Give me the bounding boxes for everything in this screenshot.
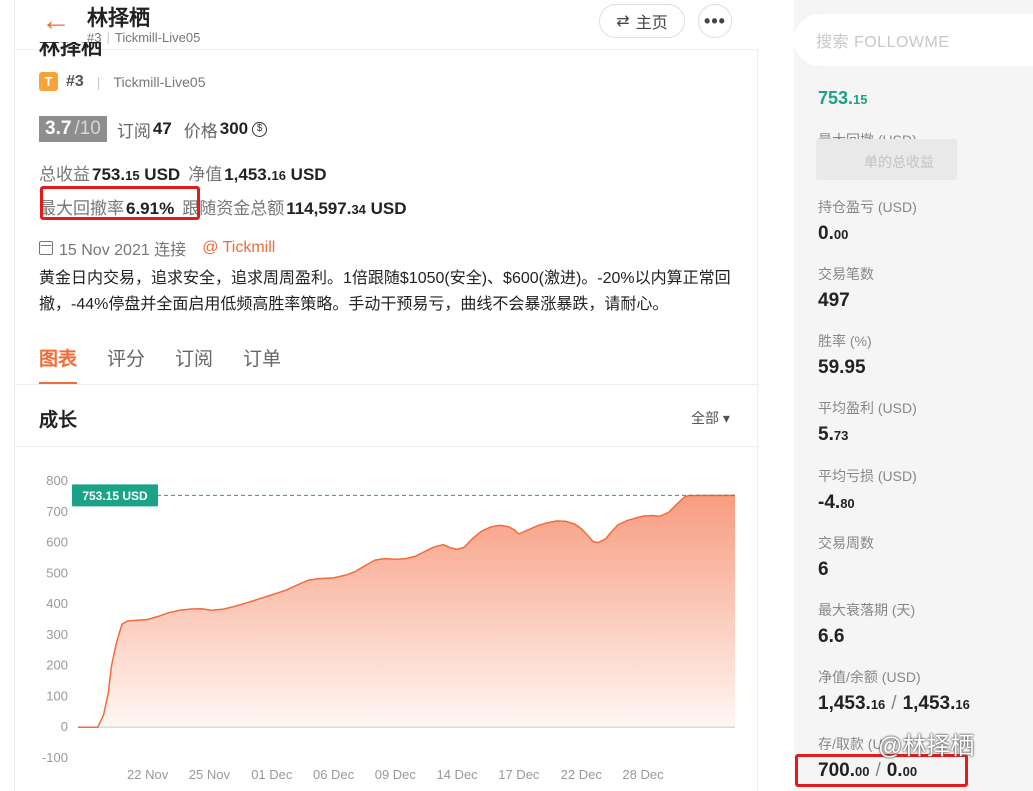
- y-tick-label: 800: [46, 473, 68, 488]
- sidebar-stat: 平均亏损 (USD) -4.80: [818, 466, 917, 514]
- current-value-label: 753.15 USD: [82, 489, 148, 503]
- y-tick-label: 200: [46, 658, 68, 673]
- x-tick-label: 22 Nov: [127, 767, 169, 782]
- tab-orders[interactable]: 订单: [243, 344, 281, 385]
- header-rank: #3 | Tickmill-Live05: [87, 30, 201, 45]
- broker-link[interactable]: @ Tickmill: [202, 239, 275, 257]
- sticky-header: ← 林择栖 #3 | Tickmill-Live05 ⇄ 主页 •••: [15, 0, 759, 50]
- price-value: 300: [219, 119, 249, 138]
- profit-row: 总收益 753.15 USD 净值 1,453.16 USD: [39, 165, 327, 184]
- stat-label: 平均盈利 (USD): [818, 400, 917, 416]
- x-tick-label: 17 Dec: [498, 767, 540, 782]
- range-filter-dropdown[interactable]: 全部 ▾: [691, 408, 730, 428]
- subscriber-count: 47: [152, 119, 172, 138]
- broker-badge-icon: T: [39, 72, 58, 91]
- stat-label: 净值/余额 (USD): [818, 669, 921, 685]
- highlight-box: [40, 186, 200, 220]
- x-tick-label: 14 Dec: [436, 767, 478, 782]
- stat-label: 交易周数: [818, 535, 874, 551]
- stat-value: -4.80: [818, 492, 855, 513]
- stat-label: 交易笔数: [818, 266, 874, 282]
- stat-value: 6.6: [818, 626, 845, 647]
- chart-title: 成长: [39, 410, 78, 431]
- more-button[interactable]: •••: [698, 4, 732, 38]
- sidebar-stat: 交易周数 6: [818, 533, 874, 581]
- y-tick-label: -100: [42, 750, 68, 765]
- y-tick-label: 0: [61, 719, 68, 734]
- coin-icon: $: [252, 121, 268, 137]
- stat-value: 6: [818, 559, 829, 580]
- follow-funds: 114,597.34 USD: [286, 199, 407, 218]
- sidebar-total-profit: 753.15: [818, 88, 868, 108]
- x-tick-label: 22 Dec: [561, 767, 603, 782]
- stat-value: 497: [818, 290, 850, 311]
- stat-label: 胜率 (%): [818, 333, 872, 349]
- back-arrow-icon[interactable]: ←: [41, 6, 71, 36]
- stat-label: 最大衰落期 (天): [818, 602, 916, 618]
- connect-date-row: 15 Nov 2021 连接 @ Tickmill: [39, 236, 275, 260]
- search-input[interactable]: 搜索 FOLLOWME: [794, 14, 1033, 66]
- growth-chart: 800 700 600 500 400 300 200 100 0 -100 22 Nov 25 No…: [42, 473, 736, 782]
- profile-name: 林择栖: [39, 42, 102, 59]
- tab-subscribe[interactable]: 订阅: [175, 344, 213, 385]
- y-tick-label: 400: [46, 596, 68, 611]
- tab-rating[interactable]: 评分: [107, 344, 145, 385]
- tab-chart[interactable]: 图表: [39, 344, 78, 385]
- x-tick-label: 01 Dec: [251, 767, 293, 782]
- calendar-icon: [39, 241, 53, 255]
- stat-value: 59.95: [818, 357, 866, 378]
- watermark: @林择栖: [878, 733, 975, 760]
- main-panel: ← 林择栖 #3 | Tickmill-Live05 ⇄ 主页 ••• 林择栖 T …: [14, 0, 759, 791]
- y-tick-label: 100: [46, 688, 68, 703]
- total-profit: 753.15 USD: [92, 165, 181, 184]
- sidebar-stat: 持仓盈亏 (USD) 0.00: [818, 197, 917, 245]
- y-tick-label: 500: [46, 565, 68, 580]
- stat-value: 0.00: [818, 223, 849, 244]
- stat-value: 1,453.16/1,453.16: [818, 693, 970, 714]
- account: Tickmill-Live05: [113, 73, 206, 90]
- x-tick-label: 09 Dec: [375, 767, 417, 782]
- tooltip: 单的总收益: [816, 139, 957, 180]
- rank: #3: [66, 72, 84, 90]
- sidebar-stat: 平均盈利 (USD) 5.73: [818, 398, 917, 446]
- sidebar-stat: 交易笔数 497: [818, 264, 874, 312]
- sidebar-stat: 胜率 (%) 59.95: [818, 331, 872, 379]
- stat-label: 持仓盈亏 (USD): [818, 199, 917, 215]
- x-tick-label: 28 Dec: [622, 767, 664, 782]
- score-badge: 3.7/10: [39, 116, 107, 142]
- y-tick-label: 600: [46, 535, 68, 550]
- score-row: 3.7/10 订阅 47 价格 300 $: [39, 116, 268, 142]
- stat-label: 平均亏损 (USD): [818, 468, 917, 484]
- sidebar-stat: 最大衰落期 (天) 6.6: [818, 600, 915, 648]
- stat-value: 5.73: [818, 424, 849, 445]
- x-tick-label: 25 Nov: [189, 767, 231, 782]
- sidebar-equity-balance: 净值/余额 (USD) 1,453.16/1,453.16: [818, 667, 970, 715]
- swap-icon: ⇄: [616, 13, 630, 30]
- tab-bar: 图表 评分 订阅 订单: [39, 344, 281, 385]
- home-button[interactable]: ⇄ 主页: [599, 4, 685, 38]
- x-tick-label: 06 Dec: [313, 767, 355, 782]
- stats-sidebar: 搜索 FOLLOWME 753.15 最大回撤 (USD)105.00持仓盈亏 …: [794, 0, 1033, 791]
- equity: 1,453.16 USD: [224, 165, 327, 184]
- y-tick-label: 700: [46, 504, 68, 519]
- rank-row: T #3 | Tickmill-Live05: [39, 72, 206, 91]
- strategy-description: 黄金日内交易，追求安全，追求周周盈利。1倍跟随$1050(安全)、$600(激进…: [39, 270, 731, 313]
- header-name: 林择栖: [87, 7, 150, 30]
- y-tick-label: 300: [46, 627, 68, 642]
